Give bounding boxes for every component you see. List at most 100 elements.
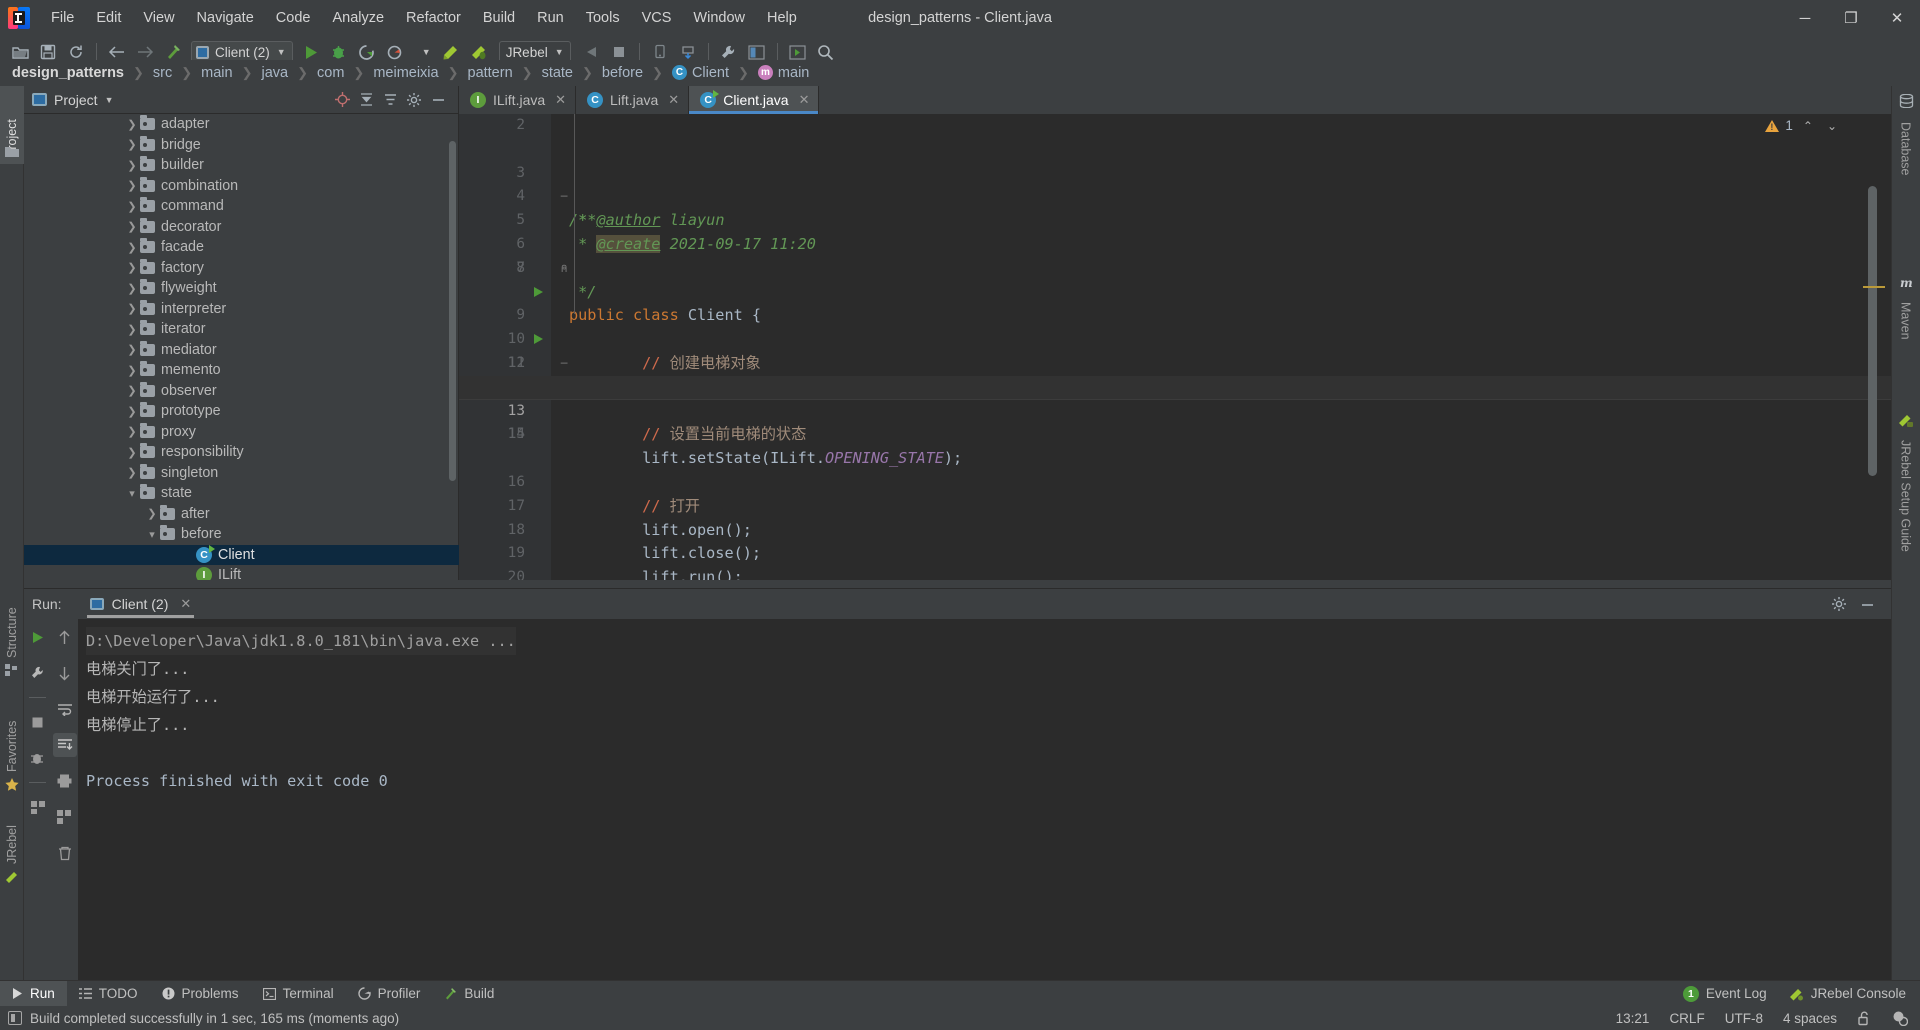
chevron-right-icon[interactable]: ❯: [124, 466, 140, 479]
tab-terminal[interactable]: Terminal: [251, 981, 346, 1007]
chevron-right-icon[interactable]: ❯: [124, 343, 140, 356]
menu-item-window[interactable]: Window: [682, 7, 756, 29]
tree-item-before[interactable]: ▾ before: [24, 524, 459, 545]
tree-item-command[interactable]: ❯ command: [24, 196, 459, 217]
tree-item-after[interactable]: ❯ after: [24, 504, 459, 525]
menu-item-vcs[interactable]: VCS: [631, 7, 683, 29]
chevron-right-icon[interactable]: ❯: [144, 507, 160, 520]
menu-item-build[interactable]: Build: [472, 7, 526, 29]
collapse-all-icon[interactable]: [354, 88, 378, 112]
breadcrumb-item-pattern[interactable]: pattern: [466, 65, 515, 81]
tab-problems[interactable]: Problems: [150, 981, 251, 1007]
tree-item-factory[interactable]: ❯ factory: [24, 258, 459, 279]
tab-profiler[interactable]: Profiler: [346, 981, 433, 1007]
breadcrumb-item-java[interactable]: java: [260, 65, 291, 81]
run-tab-client[interactable]: Client (2) ✕: [82, 593, 200, 618]
menu-item-run[interactable]: Run: [526, 7, 575, 29]
tree-item-proxy[interactable]: ❯ proxy: [24, 422, 459, 443]
breadcrumb-item-client[interactable]: Client: [670, 65, 731, 81]
tree-item-flyweight[interactable]: ❯ flyweight: [24, 278, 459, 299]
tree-item-observer[interactable]: ❯ observer: [24, 381, 459, 402]
menu-item-tools[interactable]: Tools: [575, 7, 631, 29]
encoding-widget[interactable]: UTF-8: [1725, 1011, 1763, 1026]
chevron-right-icon[interactable]: ❯: [124, 282, 140, 295]
tree-item-prototype[interactable]: ❯ prototype: [24, 401, 459, 422]
breadcrumb-item-main-method[interactable]: main: [756, 65, 811, 81]
minimize-button[interactable]: ─: [1782, 0, 1828, 36]
breadcrumb-item-before[interactable]: before: [600, 65, 645, 81]
chevron-right-icon[interactable]: ❯: [124, 179, 140, 192]
tree-item-builder[interactable]: ❯ builder: [24, 155, 459, 176]
chevron-down-icon[interactable]: ⌄: [1823, 119, 1841, 133]
scroll-to-end-icon[interactable]: [52, 733, 77, 757]
menu-item-help[interactable]: Help: [756, 7, 808, 29]
editor-code[interactable]: 2 3 ─ /** 4 * @author liayun 5 * @create…: [459, 114, 1891, 580]
minimize-panel-icon[interactable]: [1853, 591, 1881, 617]
breadcrumb-item-state[interactable]: state: [540, 65, 575, 81]
tree-item-facade[interactable]: ❯ facade: [24, 237, 459, 258]
tree-item-memento[interactable]: ❯ memento: [24, 360, 459, 381]
sidebar-item-database[interactable]: Database: [1891, 116, 1920, 216]
tree-item-decorator[interactable]: ❯ decorator: [24, 217, 459, 238]
target-locate-icon[interactable]: [330, 88, 354, 112]
tree-item-adapter[interactable]: ❯ adapter: [24, 114, 459, 135]
gear-icon[interactable]: [402, 88, 426, 112]
menu-item-analyze[interactable]: Analyze: [321, 7, 395, 29]
menu-item-view[interactable]: View: [132, 7, 185, 29]
print-icon[interactable]: [53, 769, 77, 793]
tree-item-interpreter[interactable]: ❯ interpreter: [24, 299, 459, 320]
inspection-widget[interactable]: 1 ⌃ ⌄: [1765, 118, 1841, 133]
tree-item-mediator[interactable]: ❯ mediator: [24, 340, 459, 361]
breadcrumb-item-com[interactable]: com: [315, 65, 346, 81]
sidebar-item-jrebel[interactable]: JRebel: [0, 806, 24, 870]
event-log-button[interactable]: 1 Event Log: [1682, 981, 1767, 1007]
chevron-right-icon[interactable]: ❯: [124, 261, 140, 274]
tab-lift-java[interactable]: Lift.java ✕: [576, 86, 690, 114]
close-icon[interactable]: ✕: [668, 92, 679, 108]
project-tree[interactable]: ❯ adapter ❯ bridge ❯ builder ❯ combination ❯…: [24, 114, 459, 580]
tab-ilift-java[interactable]: ILift.java ✕: [459, 86, 577, 114]
chevron-down-icon[interactable]: ▼: [105, 95, 114, 105]
wrench-icon[interactable]: [26, 661, 50, 685]
sidebar-item-jrebel-setup-guide[interactable]: JRebel Setup Guide: [1891, 434, 1920, 614]
menu-item-edit[interactable]: Edit: [85, 7, 132, 29]
breadcrumb-item-meimeixia[interactable]: meimeixia: [371, 65, 440, 81]
trash-icon[interactable]: [53, 841, 77, 865]
editor-scrollbar[interactable]: [1868, 186, 1877, 476]
chevron-right-icon[interactable]: ❯: [124, 364, 140, 377]
chevron-right-icon[interactable]: ❯: [124, 200, 140, 213]
soft-wrap-icon[interactable]: [53, 697, 77, 721]
chevron-down-icon[interactable]: ▾: [124, 487, 140, 500]
chevron-right-icon[interactable]: ❯: [124, 302, 140, 315]
menu-item-navigate[interactable]: Navigate: [186, 7, 265, 29]
chevron-right-icon[interactable]: ❯: [124, 159, 140, 172]
gear-icon[interactable]: [1825, 591, 1853, 617]
tab-build[interactable]: Build: [432, 981, 506, 1007]
close-icon[interactable]: ✕: [799, 92, 810, 108]
line-separator-widget[interactable]: CRLF: [1669, 1011, 1704, 1026]
chevron-right-icon[interactable]: ❯: [124, 446, 140, 459]
maximize-button[interactable]: ❐: [1828, 0, 1874, 36]
chevron-right-icon[interactable]: ❯: [124, 138, 140, 151]
project-tree-scrollbar[interactable]: [449, 141, 456, 481]
tab-client-java[interactable]: Client.java ✕: [689, 86, 820, 114]
settings-filter-icon[interactable]: [378, 88, 402, 112]
breadcrumb-item-main[interactable]: main: [199, 65, 234, 81]
chevron-right-icon[interactable]: ❯: [124, 323, 140, 336]
chevron-right-icon[interactable]: ❯: [124, 384, 140, 397]
menu-item-code[interactable]: Code: [265, 7, 322, 29]
chevron-right-icon[interactable]: ❯: [124, 425, 140, 438]
chevron-right-icon[interactable]: ❯: [124, 241, 140, 254]
run-console-output[interactable]: D:\Developer\Java\jdk1.8.0_181\bin\java.…: [78, 619, 1891, 981]
tree-item-iterator[interactable]: ❯ iterator: [24, 319, 459, 340]
sidebar-item-structure[interactable]: Structure: [0, 576, 24, 664]
tree-item-state[interactable]: ▾ state: [24, 483, 459, 504]
tree-item-combination[interactable]: ❯ combination: [24, 176, 459, 197]
editor-warning-marker[interactable]: [1863, 286, 1885, 288]
stop-icon[interactable]: [26, 710, 50, 734]
chevron-right-icon[interactable]: ❯: [124, 118, 140, 131]
scroll-down-icon[interactable]: [53, 661, 77, 685]
menu-item-refactor[interactable]: Refactor: [395, 7, 472, 29]
chevron-right-icon[interactable]: ❯: [124, 220, 140, 233]
chevron-up-icon[interactable]: ⌃: [1799, 119, 1817, 133]
